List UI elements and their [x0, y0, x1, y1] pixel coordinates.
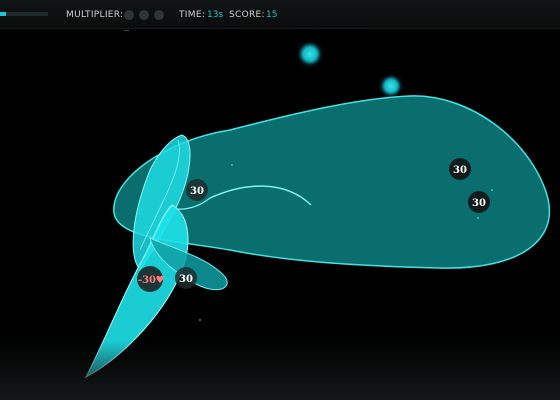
bottom-gradient [0, 340, 560, 400]
progress-fill [0, 12, 6, 16]
token-fin-top[interactable]: 30 [186, 179, 208, 201]
token-label: 30 [453, 165, 467, 176]
score-label: SCORE: [229, 10, 265, 20]
token-label: 30 [179, 274, 193, 285]
progress-bar [0, 12, 48, 16]
sparkle [477, 217, 479, 219]
orb-1[interactable] [299, 43, 321, 65]
multiplier-slot-1 [124, 10, 134, 20]
sparkle [231, 164, 233, 166]
time-label: TIME: [179, 10, 206, 20]
hud-bar: MULTIPLIER: TIME: 13s SCORE: 15 [0, 0, 560, 29]
multiplier-slot-3 [154, 10, 164, 20]
orb-2[interactable] [381, 76, 401, 96]
game-stage[interactable]: 30 30 30 30 -30 ♥ MULTIPLIER: TIME: 13s … [0, 0, 560, 400]
token-body-lower[interactable]: 30 [468, 191, 490, 213]
multiplier-indicator [124, 30, 129, 31]
multiplier-label: MULTIPLIER: [66, 10, 124, 20]
token-body-upper[interactable]: 30 [449, 158, 471, 180]
sparkle [491, 189, 493, 191]
time-value: 13s [207, 10, 224, 20]
heart-icon: ♥ [156, 275, 165, 286]
token-label: 30 [190, 186, 204, 197]
score-value: 15 [266, 10, 278, 20]
sparkle [199, 319, 201, 321]
token-fin-bottom[interactable]: 30 [175, 267, 197, 289]
penalty-label: -30 [138, 275, 156, 286]
multiplier-slot-2 [139, 10, 149, 20]
token-label: 30 [472, 198, 486, 209]
